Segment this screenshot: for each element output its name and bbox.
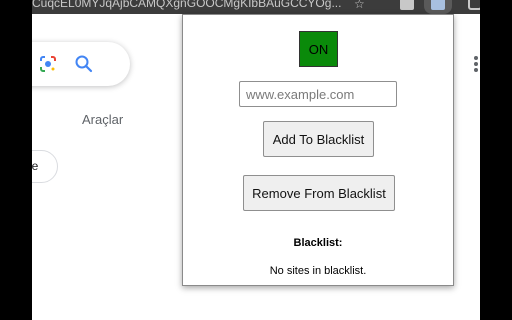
site-url-input[interactable] — [239, 81, 397, 107]
search-box[interactable] — [32, 42, 130, 86]
blacklist-heading: Blacklist: — [293, 237, 343, 249]
address-bar[interactable]: CuqcEL0MYJqAjbCAMQXgnGOOCMgKIbBAuGCCYOg.… — [32, 0, 480, 14]
tools-link[interactable]: Araçlar — [82, 112, 123, 127]
google-lens-icon[interactable] — [39, 55, 57, 73]
remove-from-blacklist-button[interactable]: Remove From Blacklist — [243, 175, 395, 211]
sidebar-icon[interactable] — [468, 0, 480, 10]
toggle-button[interactable]: ON — [299, 31, 338, 67]
blacklist-extension-icon[interactable] — [431, 0, 445, 10]
search-icon[interactable] — [74, 54, 94, 74]
extension-popup: ON Add To Blacklist Remove From Blacklis… — [182, 14, 454, 286]
star-icon[interactable]: ☆ — [354, 0, 365, 11]
extension-icon[interactable] — [400, 0, 414, 10]
url-text[interactable]: CuqcEL0MYJqAjbCAMQXgnGOOCMgKIbBAuGCCYOg.… — [32, 0, 352, 10]
add-to-blacklist-button[interactable]: Add To Blacklist — [263, 121, 374, 157]
filter-chip-label: ue — [32, 159, 39, 173]
more-options-icon[interactable] — [474, 56, 478, 72]
filter-chip[interactable]: ue — [32, 150, 58, 183]
blacklist-empty-message: No sites in blacklist. — [269, 265, 367, 277]
